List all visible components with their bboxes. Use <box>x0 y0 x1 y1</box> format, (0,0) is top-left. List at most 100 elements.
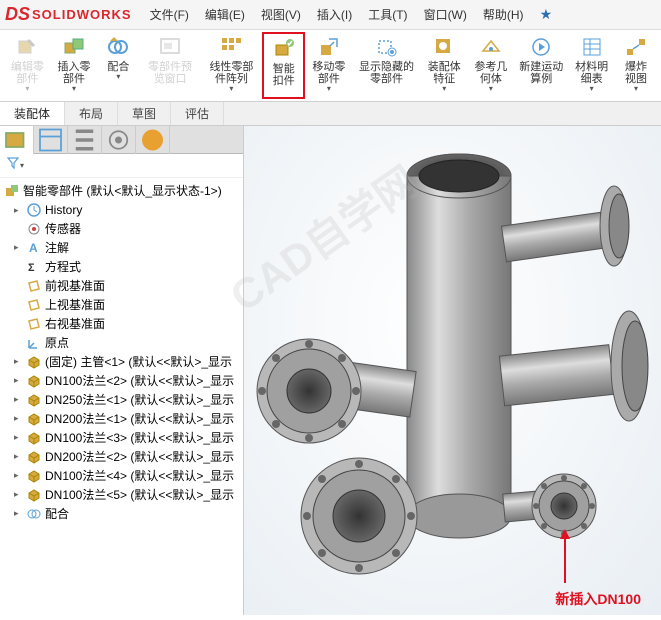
tree-item[interactable]: 上视基准面 <box>0 295 243 314</box>
new-motion-button[interactable]: 新建运动算例 <box>514 32 568 99</box>
panel-tab-strip <box>0 126 243 154</box>
assembly-features-button[interactable]: 装配体特征 ▾ <box>421 32 468 99</box>
preview-icon <box>158 35 182 59</box>
menu-edit[interactable]: 编辑(E) <box>197 3 253 26</box>
tree-item[interactable]: Σ 方程式 <box>0 257 243 276</box>
tree-item-label: 方程式 <box>45 258 81 275</box>
tree-root[interactable]: 智能零部件 (默认<默认_显示状态-1>) <box>0 180 243 201</box>
tree-item-label: DN200法兰<2> (默认<<默认>_显示 <box>45 448 234 465</box>
bom-icon <box>580 35 604 59</box>
tree-item-label: 前视基准面 <box>45 277 105 294</box>
tree-item[interactable]: ▸ DN200法兰<2> (默认<<默认>_显示 <box>0 447 243 466</box>
menu-file[interactable]: 文件(F) <box>142 3 197 26</box>
tab-sketch[interactable]: 草图 <box>118 102 171 125</box>
tree-toggle-icon[interactable]: ▸ <box>14 413 24 424</box>
chevron-down-icon: ▾ <box>327 85 331 93</box>
edit-component-button: 编辑零部件 ▾ <box>4 32 51 99</box>
chevron-down-icon: ▾ <box>25 85 29 93</box>
assembly-icon <box>4 183 20 199</box>
tree-item-label: DN100法兰<4> (默认<<默认>_显示 <box>45 467 234 484</box>
panel-tab-property[interactable] <box>34 126 68 154</box>
linear-pattern-button[interactable]: 线性零部件阵列 ▾ <box>201 32 262 99</box>
tree-item[interactable]: 右视基准面 <box>0 314 243 333</box>
tree-toggle-icon[interactable]: ▸ <box>14 394 24 405</box>
annotation-label: 新插入DN100 <box>555 589 641 609</box>
tree-item[interactable]: ▸配合 <box>0 504 243 523</box>
menu-view[interactable]: 视图(V) <box>253 3 309 26</box>
edit-component-icon <box>15 35 39 59</box>
filter-icon[interactable] <box>6 156 20 175</box>
annotation-icon: A <box>26 240 42 256</box>
tree-item[interactable]: 传感器 <box>0 219 243 238</box>
part-icon <box>26 354 42 370</box>
insert-component-button[interactable]: 插入零部件 ▾ <box>51 32 98 99</box>
move-component-button[interactable]: 移动零部件 ▾ <box>305 32 352 99</box>
tree-root-label: 智能零部件 (默认<默认_显示状态-1>) <box>23 182 222 199</box>
tab-evaluate[interactable]: 评估 <box>171 102 224 125</box>
menu-window[interactable]: 窗口(W) <box>416 3 475 26</box>
mate-icon <box>26 506 42 522</box>
panel-tab-feature-tree[interactable] <box>0 126 34 154</box>
graphics-viewport[interactable]: CAD自学网 新插入DN100 <box>244 126 661 615</box>
logo-ds-icon: DS <box>5 4 30 25</box>
tree-toggle-icon[interactable]: ▸ <box>14 508 24 519</box>
tab-assembly[interactable]: 装配体 <box>0 102 65 125</box>
annotation-arrow <box>564 535 566 583</box>
part-icon <box>26 411 42 427</box>
feature-manager-panel: ▾ 智能零部件 (默认<默认_显示状态-1>) ▸History传感器▸A注解Σ… <box>0 126 244 615</box>
chevron-down-icon: ▾ <box>442 85 446 93</box>
tree-toggle-icon[interactable]: ▸ <box>14 242 24 253</box>
tree-item[interactable]: ▸DN100法兰<2> (默认<<默认>_显示 <box>0 371 243 390</box>
reference-geometry-button[interactable]: 参考几何体 ▾ <box>468 32 515 99</box>
tree-item[interactable]: ▸ DN100法兰<4> (默认<<默认>_显示 <box>0 466 243 485</box>
tree-item-label: DN200法兰<1> (默认<<默认>_显示 <box>45 410 234 427</box>
tree-item-label: DN250法兰<1> (默认<<默认>_显示 <box>45 391 234 408</box>
exploded-view-button[interactable]: 爆炸视图 ▾ <box>615 32 657 99</box>
tree-item[interactable]: ▸ A 注解 <box>0 238 243 257</box>
menu-insert[interactable]: 插入(I) <box>309 3 360 26</box>
mate-button[interactable]: 配合 ▾ <box>97 32 139 99</box>
tree-item[interactable]: ▸(固定) 主管<1> (默认<<默认>_显示 <box>0 352 243 371</box>
annotation-arrowhead <box>560 529 570 539</box>
assembly-features-icon <box>432 35 456 59</box>
part-icon <box>26 487 42 503</box>
logo-text: SOLIDWORKS <box>32 7 132 22</box>
chevron-down-icon[interactable]: ▾ <box>20 162 24 170</box>
tree-item[interactable]: ▸DN100法兰<3> (默认<<默认>_显示 <box>0 428 243 447</box>
tree-item[interactable]: ▸DN100法兰<5> (默认<<默认>_显示 <box>0 485 243 504</box>
chevron-down-icon: ▾ <box>229 85 233 93</box>
smart-fasteners-button[interactable]: 智能扣件 <box>262 32 305 99</box>
tree-item[interactable]: ▸ DN200法兰<1> (默认<<默认>_显示 <box>0 409 243 428</box>
panel-tab-dimxpert[interactable] <box>102 126 136 154</box>
tree-toggle-icon[interactable]: ▸ <box>14 205 24 216</box>
panel-tab-config[interactable] <box>68 126 102 154</box>
show-hidden-button[interactable]: 显示隐藏的零部件 <box>352 32 421 99</box>
tree-item-label: 上视基准面 <box>45 296 105 313</box>
tree-item[interactable]: ▸ DN250法兰<1> (默认<<默认>_显示 <box>0 390 243 409</box>
tree-item[interactable]: 前视基准面 <box>0 276 243 295</box>
tree-toggle-icon[interactable]: ▸ <box>14 489 24 500</box>
part-icon <box>26 430 42 446</box>
tree-item-label: 注解 <box>45 239 69 256</box>
svg-text:Σ: Σ <box>28 262 35 274</box>
tree-toggle-icon[interactable]: ▸ <box>14 470 24 481</box>
tree-toggle-icon[interactable]: ▸ <box>14 356 24 367</box>
exploded-icon <box>624 35 648 59</box>
tree-item-label: 传感器 <box>45 220 81 237</box>
insert-component-icon <box>62 35 86 59</box>
tab-layout[interactable]: 布局 <box>65 102 118 125</box>
tree-item-label: 原点 <box>45 334 69 351</box>
menu-tools[interactable]: 工具(T) <box>360 3 415 26</box>
bom-button[interactable]: 材料明细表 ▾ <box>568 32 615 99</box>
tree-item[interactable]: ▸History <box>0 201 243 219</box>
menu-help[interactable]: 帮助(H) <box>475 3 532 26</box>
chevron-down-icon: ▾ <box>72 85 76 93</box>
tree-toggle-icon[interactable]: ▸ <box>14 451 24 462</box>
svg-text:A: A <box>29 241 38 255</box>
tree-toggle-icon[interactable]: ▸ <box>14 375 24 386</box>
star-icon[interactable]: ★ <box>540 6 553 23</box>
tree-toggle-icon[interactable]: ▸ <box>14 432 24 443</box>
origin-icon <box>26 335 42 351</box>
panel-tab-display[interactable] <box>136 126 170 154</box>
tree-item[interactable]: 原点 <box>0 333 243 352</box>
